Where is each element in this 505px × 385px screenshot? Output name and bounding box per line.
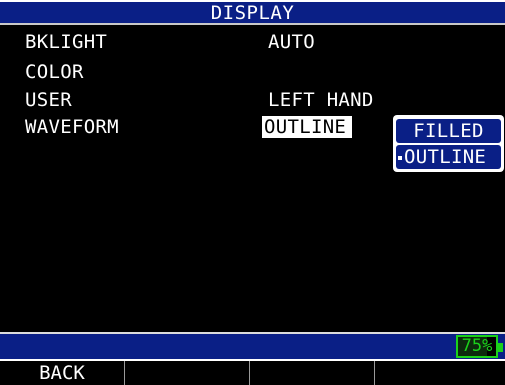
softkey-bar: BACK [0,361,505,385]
dropdown-option-outline-label: OUTLINE [404,146,487,168]
dropdown-option-filled-label: FILLED [413,120,484,142]
menu-value-user[interactable]: LEFT HAND [268,89,374,111]
battery-icon: 75% [456,335,498,358]
menu-value-bklight[interactable]: AUTO [268,31,315,53]
menu-label-bklight[interactable]: BKLIGHT [25,31,107,53]
menu-label-waveform[interactable]: WAVEFORM [25,116,119,138]
screen-title: DISPLAY [210,2,295,24]
device-screen: DISPLAY BKLIGHT AUTO COLOR USER LEFT HAN… [0,0,505,385]
battery-percent: 75% [461,336,493,356]
menu-label-user[interactable]: USER [25,89,72,111]
softkey-3[interactable] [250,361,375,385]
menu-label-color[interactable]: COLOR [25,61,84,83]
title-bar: DISPLAY [0,0,505,25]
dropdown-option-filled[interactable]: FILLED [396,119,501,143]
dropdown-option-outline[interactable]: OUTLINE [396,145,501,169]
status-bar: 75% [0,332,505,361]
battery-terminal-icon [498,343,503,352]
waveform-dropdown[interactable]: FILLED OUTLINE [393,115,504,172]
menu-value-waveform[interactable]: OUTLINE [262,116,353,138]
softkey-2[interactable] [125,361,250,385]
softkey-back[interactable]: BACK [0,361,125,385]
softkey-4[interactable] [375,361,500,385]
current-selection-bullet-icon [398,155,402,160]
